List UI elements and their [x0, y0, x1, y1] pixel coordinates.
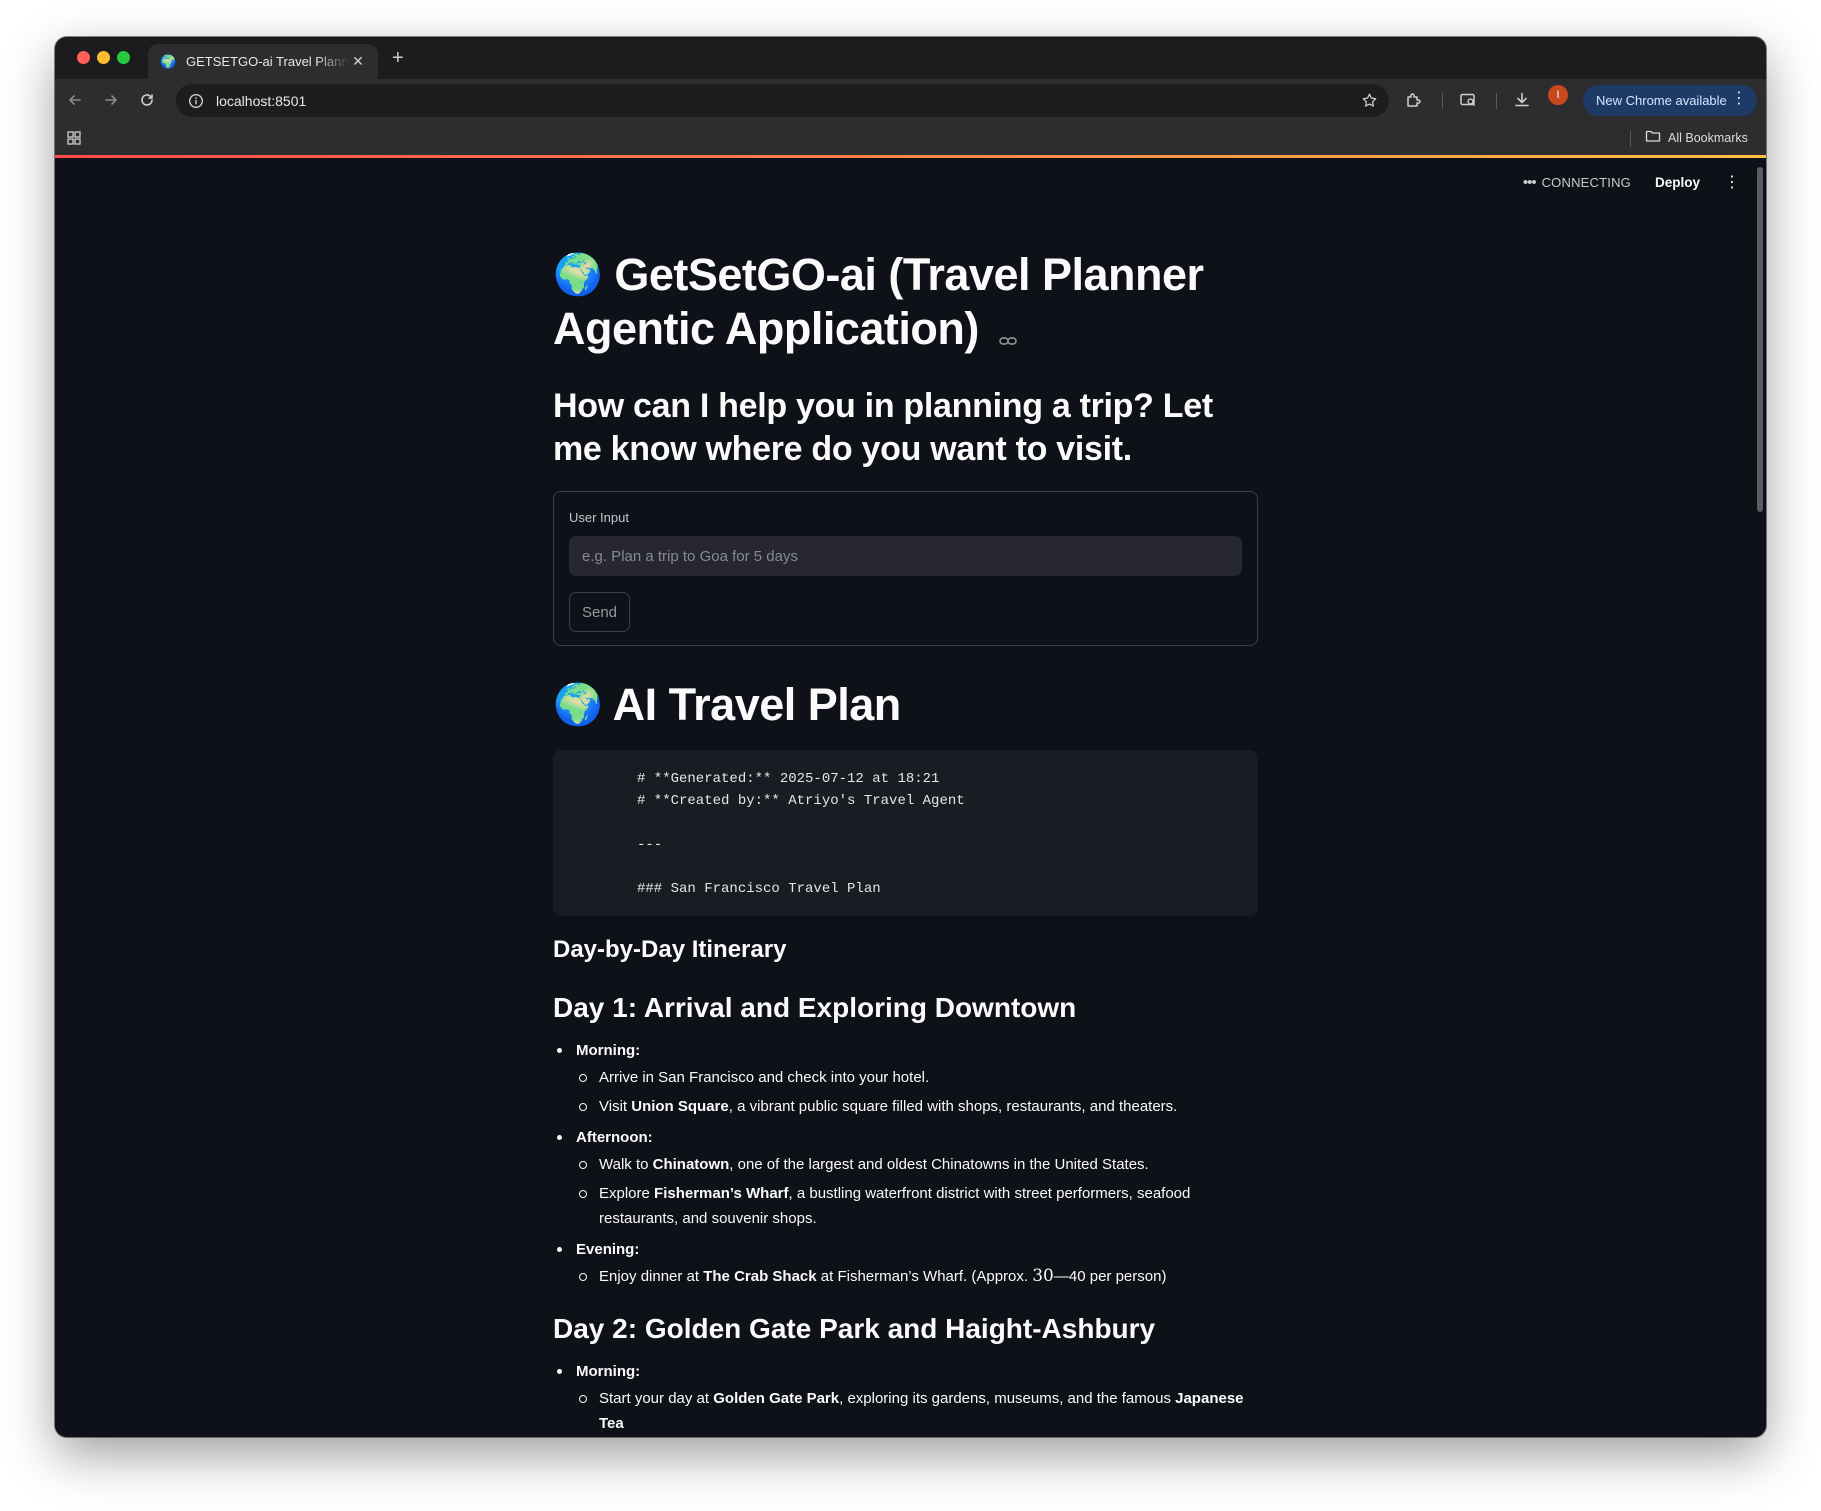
day-2-list: Morning: Start your day at Golden Gate P…: [553, 1357, 1260, 1436]
address-bar[interactable]: localhost:8501: [176, 84, 1389, 117]
more-vertical-icon[interactable]: ⋮: [1731, 91, 1747, 107]
time-label: Afternoon:: [576, 1129, 653, 1146]
all-bookmarks-label: All Bookmarks: [1668, 130, 1748, 145]
new-tab-button[interactable]: +: [392, 46, 404, 70]
reload-icon[interactable]: [134, 87, 160, 113]
code-line: ---: [637, 837, 663, 853]
list-item: Explore Fisherman’s Wharf, a bustling wa…: [576, 1181, 1260, 1231]
browser-tab-active[interactable]: 🌍 GETSETGO-ai Travel Planner ✕: [148, 44, 378, 79]
downloads-icon[interactable]: [1509, 87, 1535, 113]
page-subtitle: How can I help you in planning a trip? L…: [553, 387, 1213, 468]
list-item: Morning: Start your day at Golden Gate P…: [553, 1357, 1260, 1436]
tab-close-icon[interactable]: ✕: [350, 53, 366, 70]
list-item: Afternoon: Walk to Chinatown, one of the…: [553, 1123, 1260, 1231]
code-line: # **Created by:** Atriyo's Travel Agent: [637, 793, 965, 809]
itinerary-markdown: Day-by-Day Itinerary Day 1: Arrival and …: [553, 934, 1260, 1437]
back-arrow-icon[interactable]: [62, 87, 88, 113]
globe-emoji-icon: 🌍: [553, 682, 603, 728]
day-1-list: Morning: Arrive in San Francisco and che…: [553, 1036, 1260, 1289]
all-bookmarks-button[interactable]: All Bookmarks: [1645, 129, 1748, 146]
code-line: # **Generated:** 2025-07-12 at 18:21: [637, 771, 940, 787]
folder-icon: [1645, 129, 1661, 146]
list-item: Morning: Arrive in San Francisco and che…: [553, 1036, 1260, 1119]
url-text: localhost:8501: [216, 92, 307, 109]
bookmark-star-icon[interactable]: [1349, 92, 1389, 109]
tab-strip: 🌍 GETSETGO-ai Travel Planner ✕ +: [55, 37, 1766, 79]
browser-toolbar: localhost:8501: [55, 79, 1766, 122]
maximize-window-button[interactable]: [117, 51, 130, 64]
toolbar-divider: [1442, 93, 1443, 109]
app-header: ••• CONNECTING Deploy ⋮: [1523, 172, 1740, 192]
user-input-label: User Input: [569, 510, 629, 525]
page-scrollbar[interactable]: [1757, 167, 1763, 512]
main-menu-icon[interactable]: ⋮: [1724, 172, 1740, 192]
list-item: Visit Union Square, a vibrant public squ…: [576, 1094, 1260, 1119]
time-label: Morning:: [576, 1042, 641, 1059]
day-2-heading: Day 2: Golden Gate Park and Haight-Ashbu…: [553, 1313, 1156, 1344]
globe-favicon-icon: 🌍: [160, 53, 177, 69]
tab-search-icon[interactable]: [1455, 87, 1481, 113]
extensions-puzzle-icon[interactable]: [1401, 87, 1427, 113]
new-chrome-available-button[interactable]: New Chrome available ⋮: [1583, 85, 1757, 116]
list-item: Walk to Chinatown, one of the largest an…: [576, 1152, 1260, 1177]
forward-arrow-icon[interactable]: [98, 87, 124, 113]
send-button[interactable]: Send: [569, 592, 630, 632]
deploy-button[interactable]: Deploy: [1655, 175, 1700, 190]
list-item: Enjoy dinner at The Crab Shack at Fisher…: [576, 1264, 1260, 1289]
plan-heading-text: AI Travel Plan: [612, 679, 902, 730]
minimize-window-button[interactable]: [97, 51, 110, 64]
itinerary-heading: Day-by-Day Itinerary: [553, 936, 787, 963]
connection-status: ••• CONNECTING: [1523, 174, 1631, 191]
page-title-text: GetSetGO-ai (Travel Planner Agentic Appl…: [553, 249, 1204, 354]
status-label: CONNECTING: [1541, 174, 1631, 190]
time-label: Morning:: [576, 1363, 641, 1380]
tab-title: GETSETGO-ai Travel Planner: [186, 54, 350, 69]
page-title: 🌍 GetSetGO-ai (Travel Planner Agentic Ap…: [553, 248, 1260, 359]
list-item: Arrive in San Francisco and check into y…: [576, 1065, 1260, 1090]
code-line: ### San Francisco Travel Plan: [637, 881, 881, 897]
bookmarks-bar: All Bookmarks: [55, 122, 1766, 155]
anchor-link-icon[interactable]: [999, 305, 1017, 359]
user-input-form: User Input Send: [553, 491, 1258, 646]
toolbar-divider: [1496, 93, 1497, 109]
browser-window: 🌍 GETSETGO-ai Travel Planner ✕ + localho…: [55, 37, 1766, 1437]
plan-heading: 🌍 AI Travel Plan: [553, 678, 901, 732]
status-dots-icon: •••: [1522, 173, 1537, 191]
day-1-heading: Day 1: Arrival and Exploring Downtown: [553, 992, 1077, 1023]
user-input-field[interactable]: [569, 536, 1242, 576]
bookmarks-divider: [1630, 131, 1631, 147]
time-label: Evening:: [576, 1241, 640, 1258]
list-item: Evening: Enjoy dinner at The Crab Shack …: [553, 1235, 1260, 1289]
streamlit-app: ••• CONNECTING Deploy ⋮ 🌍 GetSetGO-ai (T…: [55, 158, 1766, 1437]
profile-avatar[interactable]: I: [1548, 85, 1568, 105]
list-item: Start your day at Golden Gate Park, expl…: [576, 1386, 1260, 1436]
update-label: New Chrome available: [1596, 93, 1727, 108]
close-window-button[interactable]: [77, 51, 90, 64]
apps-grid-icon[interactable]: [66, 130, 84, 148]
site-info-icon[interactable]: [176, 93, 216, 109]
plan-code-block: # **Generated:** 2025-07-12 at 18:21 # *…: [553, 750, 1258, 916]
globe-emoji-icon: 🌍: [553, 252, 603, 298]
